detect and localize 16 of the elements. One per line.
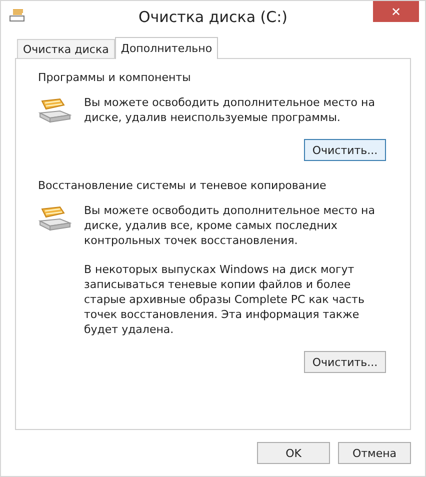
description-text: Вы можете освободить дополнительное место на диске, удалив неиспользуемые программы.	[84, 95, 376, 125]
ok-button[interactable]: OK	[257, 442, 330, 464]
close-button[interactable]: ✕	[373, 1, 419, 22]
clean-up-button[interactable]: Очистить...	[304, 351, 386, 373]
section-heading: Восстановление системы и теневое копирование	[38, 179, 328, 192]
section-heading: Программы и компоненты	[38, 71, 192, 84]
disk-cleanup-icon	[9, 8, 27, 22]
tab[interactable]: Очистка диска	[17, 39, 115, 58]
disk-cleanup-icon	[38, 97, 72, 123]
tab[interactable]: Дополнительно	[114, 37, 218, 59]
window-title: Очистка диска (C:)	[137, 8, 289, 26]
disk-cleanup-icon	[38, 205, 72, 231]
description-text: В некоторых выпусках Windows на диск могут записываться теневые копии файлов и более старые архивные образы Complete PC как часть точек восстановления. Эта информация также будет удалена.	[84, 262, 366, 337]
cancel-button[interactable]: Отмена	[338, 442, 411, 464]
description-text: Вы можете освободить дополнительное место на диске, удалив все, кроме самых последних контрольных точек восстановления.	[84, 203, 376, 248]
clean-up-button[interactable]: Очистить...	[304, 139, 386, 161]
